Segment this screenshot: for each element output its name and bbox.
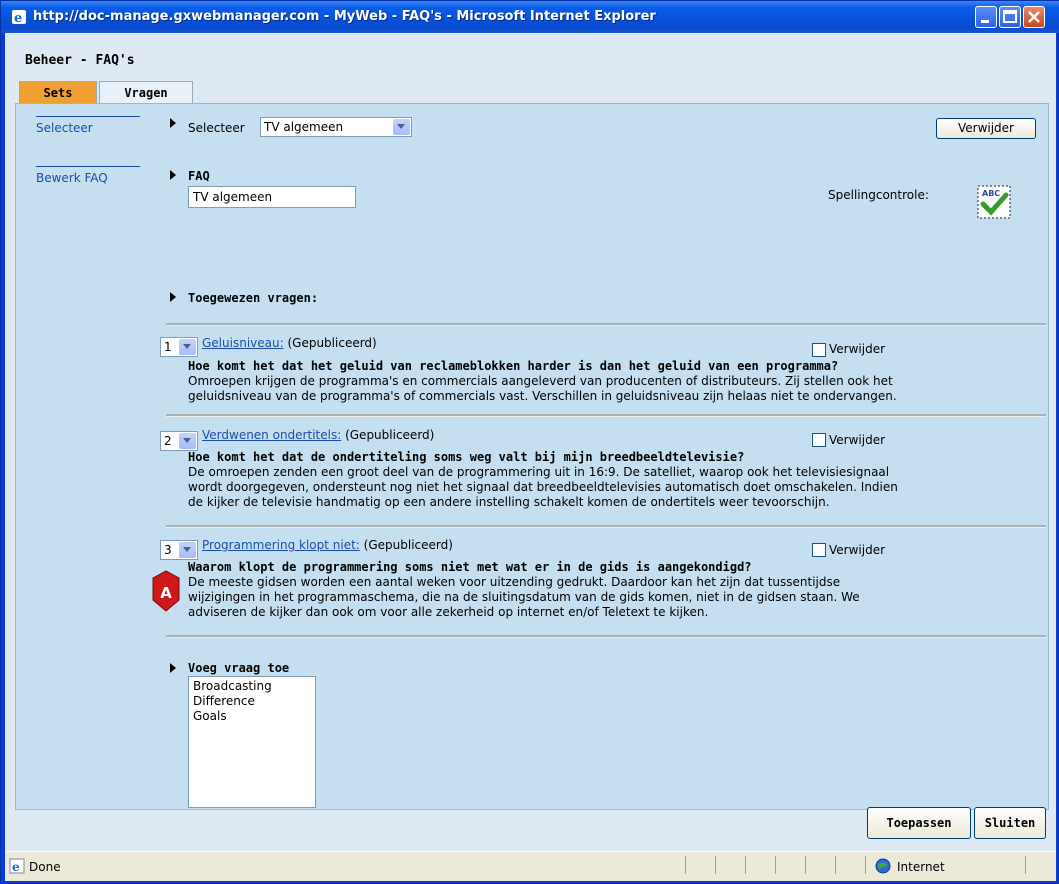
- question-status: (Gepubliceerd): [287, 336, 377, 350]
- question-answer-line: De omroepen zenden een groot deel van de…: [188, 465, 890, 479]
- tab-sets[interactable]: Sets: [19, 81, 97, 103]
- question-order-value: 1: [164, 340, 172, 354]
- faq-label: FAQ: [188, 169, 210, 183]
- spellcheck-icon[interactable]: ABC: [976, 184, 1012, 220]
- question-header: Geluisniveau: (Gepubliceerd): [202, 336, 377, 350]
- delete-question-checkbox[interactable]: [812, 433, 826, 447]
- question-answer-line: De meeste gidsen worden een aantal weken…: [188, 575, 841, 589]
- sidebar-item-bewerk-faq[interactable]: Bewerk FAQ: [36, 166, 140, 185]
- close-window-button[interactable]: [1023, 6, 1045, 28]
- question-status: (Gepubliceerd): [345, 428, 435, 442]
- faq-set-select-value: TV algemeen: [264, 120, 344, 134]
- page-content: Beheer - FAQ's Sets Vragen Selecteer Bew…: [5, 33, 1056, 881]
- question-answer: De omroepen zenden een groot deel van de…: [188, 465, 1048, 510]
- main-panel: Selecteer Bewerk FAQ Selecteer TV algeme…: [15, 103, 1049, 810]
- page-title: Beheer - FAQ's: [25, 53, 135, 68]
- question-order-select[interactable]: 1: [160, 337, 198, 357]
- question-link[interactable]: Verdwenen ondertitels:: [202, 428, 341, 442]
- divider: [865, 856, 866, 874]
- question-title: Hoe komt het dat het geluid van reclameb…: [188, 359, 839, 373]
- security-zone: Internet: [897, 860, 945, 874]
- divider: [745, 856, 746, 874]
- status-bar: e Done Internet: [5, 851, 1056, 881]
- section-arrow-icon: [170, 118, 176, 128]
- question-answer-line: adviseren de kijker dan ook om voor alle…: [188, 605, 709, 619]
- divider: [166, 414, 1046, 417]
- section-arrow-icon: [170, 170, 176, 180]
- question-order-select[interactable]: 2: [160, 431, 198, 451]
- select-label: Selecteer: [188, 121, 245, 135]
- minimize-icon: [981, 20, 989, 23]
- browser-window: e http://doc-manage.gxwebmanager.com - M…: [0, 0, 1059, 884]
- question-link[interactable]: Programmering klopt niet:: [202, 538, 360, 552]
- close-button[interactable]: Sluiten: [974, 807, 1046, 839]
- question-answer-line: wijzigingen in het programmaschema, die …: [188, 590, 860, 604]
- svg-text:e: e: [12, 860, 20, 874]
- chevron-down-icon[interactable]: [393, 119, 410, 135]
- divider: [166, 635, 1046, 638]
- delete-set-button[interactable]: Verwijder: [936, 118, 1036, 139]
- list-item[interactable]: Difference: [193, 694, 311, 709]
- internet-explorer-icon: e: [12, 10, 26, 25]
- delete-question-checkbox[interactable]: [812, 343, 826, 357]
- delete-question-label: Verwijder: [829, 342, 886, 356]
- chevron-down-icon[interactable]: [179, 433, 196, 449]
- section-arrow-icon: [170, 292, 176, 302]
- list-item[interactable]: Goals: [193, 709, 311, 724]
- delete-question-checkbox[interactable]: [812, 543, 826, 557]
- faq-set-select[interactable]: TV algemeen: [260, 117, 412, 137]
- question-header: Programmering klopt niet: (Gepubliceerd): [202, 538, 453, 552]
- delete-question-label: Verwijder: [829, 543, 886, 557]
- question-header: Verdwenen ondertitels: (Gepubliceerd): [202, 428, 434, 442]
- section-arrow-icon: [170, 663, 176, 673]
- assigned-questions-label: Toegewezen vragen:: [188, 291, 319, 305]
- list-item[interactable]: Broadcasting: [193, 679, 311, 694]
- divider: [805, 856, 806, 874]
- maximize-icon: [1003, 10, 1017, 23]
- divider: [775, 856, 776, 874]
- svg-text:ABC: ABC: [982, 189, 1000, 198]
- title-bar: e http://doc-manage.gxwebmanager.com - M…: [1, 1, 1059, 33]
- question-status: (Gepubliceerd): [363, 538, 453, 552]
- minimize-button[interactable]: [975, 6, 997, 28]
- question-answer-line: geluidsniveau van de programma's of comm…: [188, 389, 897, 403]
- globe-icon: [875, 858, 891, 874]
- question-answer-line: Omroepen krijgen de programma's en comme…: [188, 374, 893, 388]
- divider: [685, 856, 686, 874]
- question-order-value: 3: [164, 543, 172, 557]
- chevron-down-icon[interactable]: [179, 339, 196, 355]
- sidebar-item-selecteer[interactable]: Selecteer: [36, 116, 140, 135]
- close-icon: [1028, 11, 1040, 23]
- apply-button[interactable]: Toepassen: [867, 807, 971, 839]
- divider: [166, 525, 1046, 528]
- delete-question-label: Verwijder: [829, 433, 886, 447]
- question-order-value: 2: [164, 434, 172, 448]
- question-title: Hoe komt het dat de ondertiteling soms w…: [188, 450, 745, 464]
- question-answer: De meeste gidsen worden een aantal weken…: [188, 575, 1048, 620]
- svg-text:e: e: [14, 11, 22, 25]
- add-question-label: Voeg vraag toe: [188, 661, 290, 675]
- maximize-button[interactable]: [999, 6, 1021, 28]
- marker-pin-icon: A: [152, 570, 180, 612]
- question-answer-line: wordt doorgegeven, ondersteunt nog niet …: [188, 480, 898, 494]
- tab-vragen[interactable]: Vragen: [99, 81, 193, 103]
- question-order-select[interactable]: 3: [160, 540, 198, 560]
- status-text: Done: [29, 860, 61, 874]
- chevron-down-icon[interactable]: [179, 542, 196, 558]
- window-title: http://doc-manage.gxwebmanager.com - MyW…: [33, 9, 656, 24]
- divider: [835, 856, 836, 874]
- faq-name-input[interactable]: TV algemeen: [188, 186, 356, 208]
- divider: [715, 856, 716, 874]
- divider: [166, 323, 1046, 326]
- question-answer: Omroepen krijgen de programma's en comme…: [188, 374, 1048, 404]
- divider: [1025, 856, 1026, 874]
- marker-label: A: [160, 584, 172, 602]
- question-link[interactable]: Geluisniveau:: [202, 336, 284, 350]
- spellcheck-label: Spellingcontrole:: [828, 188, 929, 202]
- add-question-listbox[interactable]: Broadcasting Difference Goals: [188, 676, 316, 808]
- question-title: Waarom klopt de programmering soms niet …: [188, 560, 752, 574]
- page-done-icon: e: [9, 858, 25, 874]
- question-answer-line: de kijker de televisie handmatig op een …: [188, 495, 830, 509]
